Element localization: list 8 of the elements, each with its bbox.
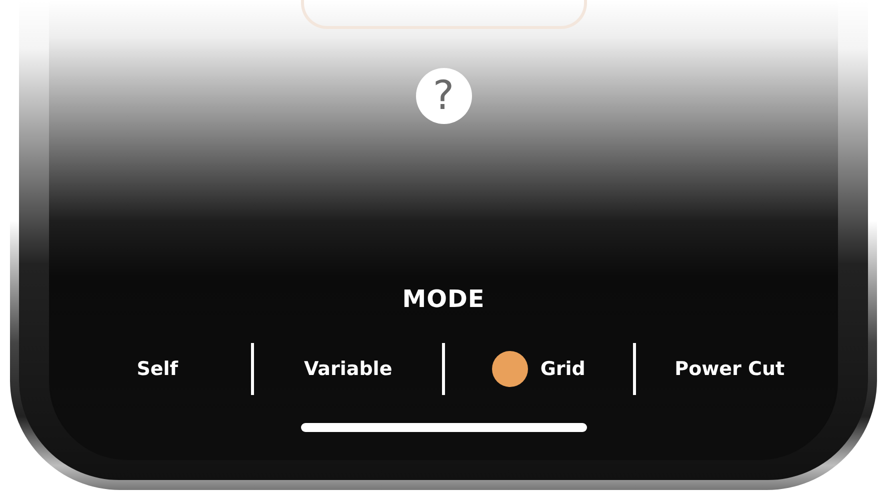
mode-option[interactable]: Grid — [445, 347, 633, 391]
mode-title: MODE — [402, 285, 485, 313]
mode-option[interactable]: Power Cut — [636, 354, 824, 384]
mode-option[interactable]: Variable — [254, 354, 442, 384]
home-indicator[interactable] — [300, 423, 586, 432]
help-button[interactable]: ? — [416, 68, 472, 124]
selected-dot-icon — [492, 351, 528, 387]
mode-option[interactable]: Self — [64, 354, 252, 384]
